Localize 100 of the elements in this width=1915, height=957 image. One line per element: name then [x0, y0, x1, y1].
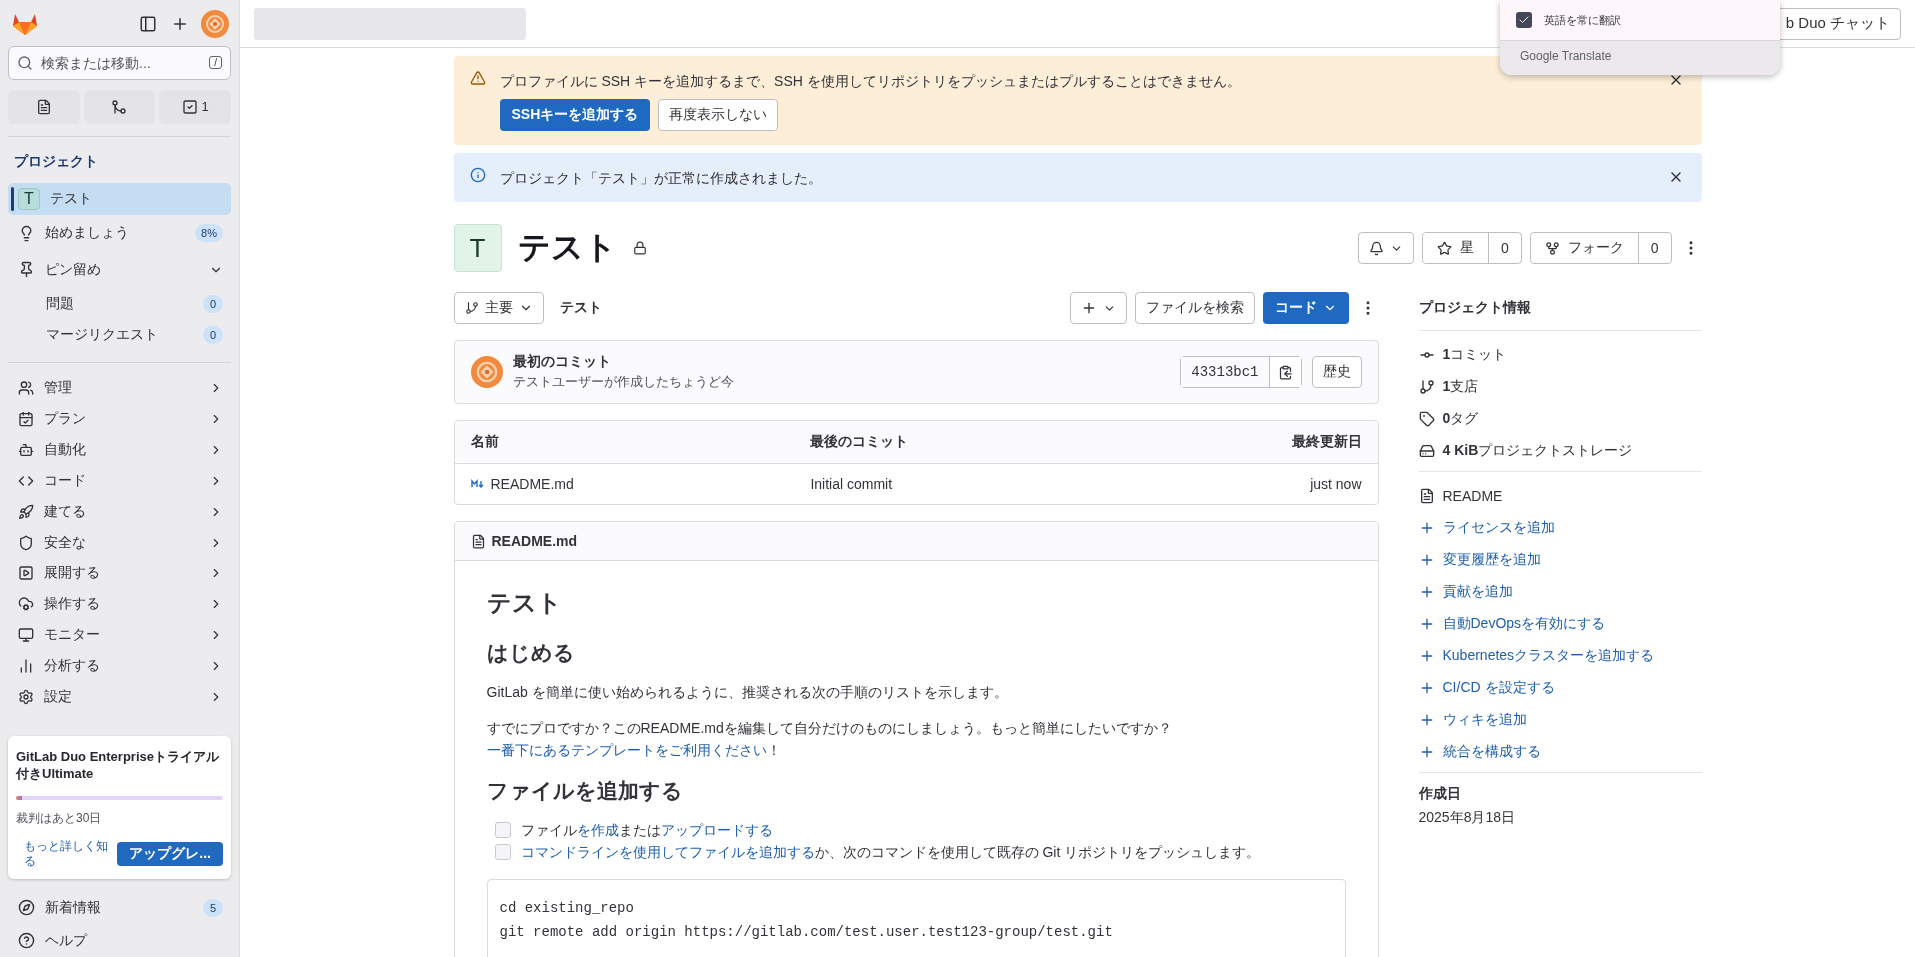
stat-link[interactable]: 4 KiBプロジェクトストレージ	[1442, 442, 1633, 460]
sidebar-item[interactable]: 新着情報 5	[8, 891, 231, 925]
task-text: ファイルを作成またはアップロードする	[520, 821, 773, 840]
sidebar-item[interactable]: ヘルプ	[8, 924, 231, 957]
brand-text: Google Translate	[1520, 49, 1612, 63]
sidebar-item[interactable]: 始めましょう 8%	[8, 214, 231, 252]
nav-icon	[18, 442, 34, 459]
search-box[interactable]: 検索または移動... /	[8, 46, 231, 80]
star-button[interactable]: 星 0	[1421, 232, 1522, 264]
nav-item[interactable]: 展開する	[8, 558, 231, 589]
nav-item[interactable]: 分析する	[8, 650, 231, 682]
merge-requests-button[interactable]	[83, 89, 156, 124]
sidebar-item[interactable]: ピン留め	[8, 251, 231, 289]
count-badge: 0	[203, 294, 223, 313]
column-header: 最終更新日	[1291, 433, 1362, 449]
translate-checkbox[interactable]	[1516, 12, 1532, 28]
tag-icon	[1418, 411, 1435, 427]
readme-filename: README.md	[491, 533, 578, 549]
shortcut-key: /	[209, 56, 222, 70]
task-checkbox[interactable]	[494, 844, 511, 860]
nav-icon	[18, 658, 34, 674]
project-avatar: T	[18, 187, 40, 210]
count-badge: 5	[203, 898, 223, 917]
stat-link[interactable]: 1コミット	[1442, 346, 1507, 364]
add-link[interactable]: ライセンスを追加	[1442, 519, 1555, 537]
code-block: cd existing_repo git remote add origin https://gitlab.com/test.user.test123-group/test.git	[486, 879, 1346, 957]
nav-icon	[18, 503, 34, 520]
column-header: 最後のコミット	[810, 433, 909, 449]
fork-button[interactable]: フォーク 0	[1529, 232, 1672, 264]
nav-item[interactable]: 設定	[8, 681, 231, 713]
history-button[interactable]: 歴史	[1311, 356, 1362, 388]
trial-title: GitLab Duo Enterpriseトライアル付きUltimate	[16, 748, 220, 783]
copy-icon[interactable]	[1268, 357, 1301, 387]
compass-icon	[18, 899, 35, 917]
readme-heading: テスト	[486, 588, 563, 618]
alert-button[interactable]: 再度表示しない	[658, 99, 779, 131]
nav-icon	[18, 627, 34, 644]
upgrade-button[interactable]: アップグレ...	[117, 842, 223, 867]
section-heading: ファイルを追加する	[486, 778, 684, 804]
table-cell: just now	[1310, 476, 1362, 492]
link[interactable]: 一番下にあるテンプレートをご利用ください	[486, 742, 767, 758]
warning-icon	[469, 70, 486, 86]
add-link[interactable]: 自動DevOpsを有効にする	[1442, 615, 1606, 633]
add-link[interactable]: 統合を構成する	[1442, 743, 1541, 761]
sidebar-item[interactable]: マージリクエスト 0	[8, 319, 231, 351]
add-link[interactable]: 貢献を追加	[1442, 583, 1513, 601]
file-link[interactable]: README.md	[490, 476, 574, 492]
merge-icon	[111, 98, 128, 115]
check-icon	[1518, 14, 1530, 26]
task-text: コマンドラインを使用してファイルを追加するか、次のコマンドを使用して既存の Git リポジトリをプッシュします。	[520, 843, 1261, 862]
task-checkbox[interactable]	[494, 822, 511, 838]
alert-text: プロファイルに SSH キーを追加するまで、SSH を使用してリポジトリをプッシュまたはプルすることはできません。	[499, 72, 1242, 91]
count-badge: 8%	[195, 224, 223, 243]
add-link[interactable]: Kubernetesクラスターを追加する	[1442, 647, 1655, 665]
storage-icon	[1418, 443, 1435, 459]
fork-icon	[1544, 240, 1560, 256]
nav-item[interactable]: モニター	[8, 619, 231, 651]
nav-item[interactable]: 建てる	[8, 496, 231, 528]
breadcrumb-path[interactable]: テスト	[559, 299, 602, 317]
search-field[interactable]: 検索または移動...	[39, 47, 204, 79]
add-link[interactable]: CI/CD を設定する	[1442, 679, 1555, 697]
nav-item[interactable]: コード	[8, 465, 231, 497]
readme-link[interactable]: README	[1442, 488, 1503, 504]
nav-item[interactable]: 管理	[8, 372, 231, 404]
sidebar-item[interactable]: 問題 0	[8, 288, 231, 320]
search-icon	[17, 54, 33, 71]
alert-text: プロジェクト「テスト」が正常に作成されました。	[499, 169, 823, 188]
section-title: プロジェクト	[13, 151, 99, 171]
tanuki-logo[interactable]	[12, 12, 38, 36]
link[interactable]: を作成	[576, 822, 619, 838]
stat-link[interactable]: 0タグ	[1442, 410, 1479, 428]
nav-item[interactable]: 操作する	[8, 588, 231, 620]
sidebar-item[interactable]: T テスト	[8, 182, 231, 215]
learn-more-link[interactable]: もっと詳しく知る	[16, 839, 110, 870]
code-dropdown[interactable]: コード	[1262, 292, 1349, 324]
stat-link[interactable]: 1支店	[1442, 378, 1479, 396]
count-badge: 0	[203, 325, 223, 344]
notification-button[interactable]	[1357, 232, 1414, 264]
link[interactable]: コマンドラインを使用してファイルを追加する	[520, 844, 815, 860]
alert-button[interactable]: SSHキーを追加する	[499, 99, 651, 131]
issues-button[interactable]	[8, 89, 80, 124]
nav-item[interactable]: プラン	[8, 403, 231, 435]
add-link[interactable]: ウィキを追加	[1442, 711, 1527, 729]
add-dropdown[interactable]	[1069, 292, 1127, 324]
document-icon	[35, 98, 52, 115]
branch-dropdown[interactable]: 主要	[453, 292, 544, 324]
panel-title: プロジェクト情報	[1418, 298, 1532, 317]
table-cell[interactable]: Initial commit	[810, 476, 893, 492]
checkbox-label: 英語を常に翻訳	[1544, 12, 1621, 28]
add-link[interactable]: 変更履歴を追加	[1442, 551, 1541, 569]
paragraph: すでにプロですか？このREADME.mdを編集して自分だけのものにしましょう。もっと簡単にしたいですか？ 一番下にあるテンプレートをご利用ください！	[486, 719, 1173, 760]
commit-title[interactable]: 最初のコミット	[512, 353, 734, 371]
nav-item[interactable]: 自動化	[8, 434, 231, 466]
todo-button[interactable]: 1	[159, 89, 231, 124]
star-icon	[1436, 240, 1452, 256]
star-count: 0	[1487, 233, 1521, 263]
link[interactable]: アップロードする	[660, 822, 773, 838]
find-file-button[interactable]: ファイルを検索	[1134, 292, 1255, 324]
project-title: テスト	[517, 228, 617, 267]
nav-item[interactable]: 安全な	[8, 527, 231, 559]
